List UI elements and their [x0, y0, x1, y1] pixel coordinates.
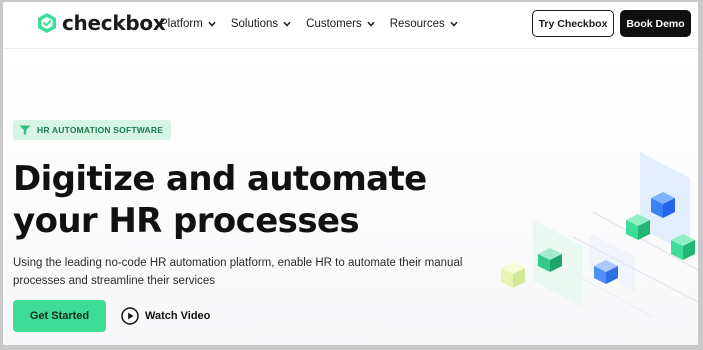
badge-label: HR AUTOMATION SOFTWARE: [37, 125, 164, 135]
nav-item-label: Customers: [306, 18, 362, 30]
brand-logo[interactable]: checkbox: [36, 11, 166, 35]
book-demo-button[interactable]: Book Demo: [620, 10, 691, 37]
site-header: checkbox Platform Solutions Customers Re…: [3, 2, 698, 49]
funnel-icon: [19, 125, 31, 135]
brand-name: checkbox: [62, 11, 166, 35]
main-nav: Platform Solutions Customers Resources: [160, 16, 458, 32]
hero-subtitle: Using the leading no-code HR automation …: [13, 254, 473, 290]
nav-item-label: Solutions: [230, 18, 279, 30]
subtitle-line-2: processes and streamline their services: [13, 275, 215, 287]
chevron-down-icon: [208, 21, 216, 27]
chevron-down-icon: [450, 21, 458, 27]
play-circle-icon: [121, 307, 139, 325]
chevron-down-icon: [283, 21, 291, 27]
chevron-down-icon: [367, 21, 375, 27]
nav-item-resources[interactable]: Resources: [390, 16, 458, 32]
checkbox-logo-icon: [38, 13, 56, 33]
browser-viewport: checkbox Platform Solutions Customers Re…: [3, 2, 698, 345]
headline-line-1: Digitize and automate: [13, 159, 427, 199]
watch-video-link[interactable]: Watch Video: [121, 307, 210, 325]
nav-item-solutions[interactable]: Solutions: [231, 16, 291, 32]
get-started-button[interactable]: Get Started: [13, 300, 106, 332]
lime-cube: [501, 262, 525, 288]
watch-video-label: Watch Video: [145, 310, 211, 322]
nav-item-customers[interactable]: Customers: [306, 16, 375, 32]
isometric-cubes-illustration: [501, 152, 698, 318]
try-checkbox-button[interactable]: Try Checkbox: [532, 10, 614, 37]
hero-headline: Digitize and automate your HR processes: [13, 158, 483, 242]
glass-panel: [590, 234, 635, 292]
category-badge: HR AUTOMATION SOFTWARE: [13, 120, 172, 140]
headline-line-2: your HR processes: [13, 201, 360, 241]
subtitle-line-1: Using the leading no-code HR automation …: [13, 257, 463, 269]
nav-item-label: Resources: [389, 18, 445, 30]
nav-item-platform[interactable]: Platform: [160, 16, 216, 32]
nav-item-label: Platform: [160, 18, 203, 30]
